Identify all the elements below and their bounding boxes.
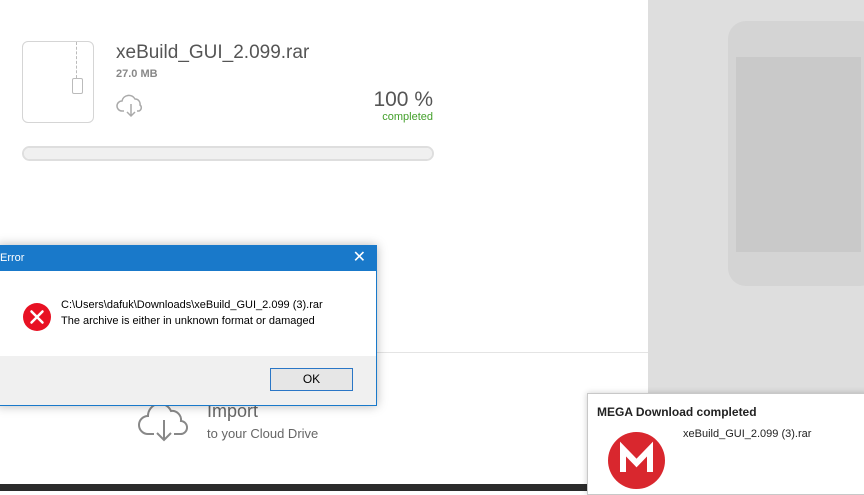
dialog-message: The archive is either in unknown format … bbox=[61, 315, 315, 327]
notification-title: MEGA Download completed bbox=[597, 405, 757, 419]
dialog-footer: OK bbox=[0, 356, 376, 405]
zip-file-icon bbox=[22, 41, 94, 123]
import-subtitle[interactable]: to your Cloud Drive bbox=[207, 426, 318, 441]
zipper-pull bbox=[72, 78, 83, 94]
notification-file-name: xeBuild_GUI_2.099 (3).rar bbox=[683, 428, 812, 440]
ok-button[interactable]: OK bbox=[270, 368, 353, 391]
dialog-file-path: C:\Users\dafuk\Downloads\xeBuild_GUI_2.0… bbox=[61, 299, 323, 311]
close-icon[interactable]: ✕ bbox=[353, 249, 366, 267]
download-notification[interactable]: MEGA Download completed xeBuild_GUI_2.09… bbox=[587, 393, 864, 495]
progress-bar bbox=[22, 146, 434, 161]
cloud-download-icon[interactable] bbox=[116, 94, 146, 118]
error-dialog: Error ✕ C:\Users\dafuk\Downloads\xeBuild… bbox=[0, 245, 377, 406]
dialog-titlebar[interactable]: Error ✕ bbox=[0, 246, 376, 271]
mega-logo-icon bbox=[608, 432, 665, 489]
progress-percent: 100 % bbox=[373, 88, 433, 111]
cloud-upload-icon[interactable] bbox=[136, 400, 192, 444]
phone-illustration bbox=[728, 21, 864, 286]
progress-bar-fill bbox=[24, 148, 432, 159]
phone-screen bbox=[736, 57, 861, 252]
dialog-title: Error bbox=[0, 252, 25, 264]
zipper-line bbox=[76, 42, 77, 78]
error-icon bbox=[23, 303, 51, 331]
progress-status: completed bbox=[382, 111, 433, 123]
download-file-size: 27.0 MB bbox=[116, 68, 158, 80]
download-file-name: xeBuild_GUI_2.099.rar bbox=[116, 42, 310, 63]
